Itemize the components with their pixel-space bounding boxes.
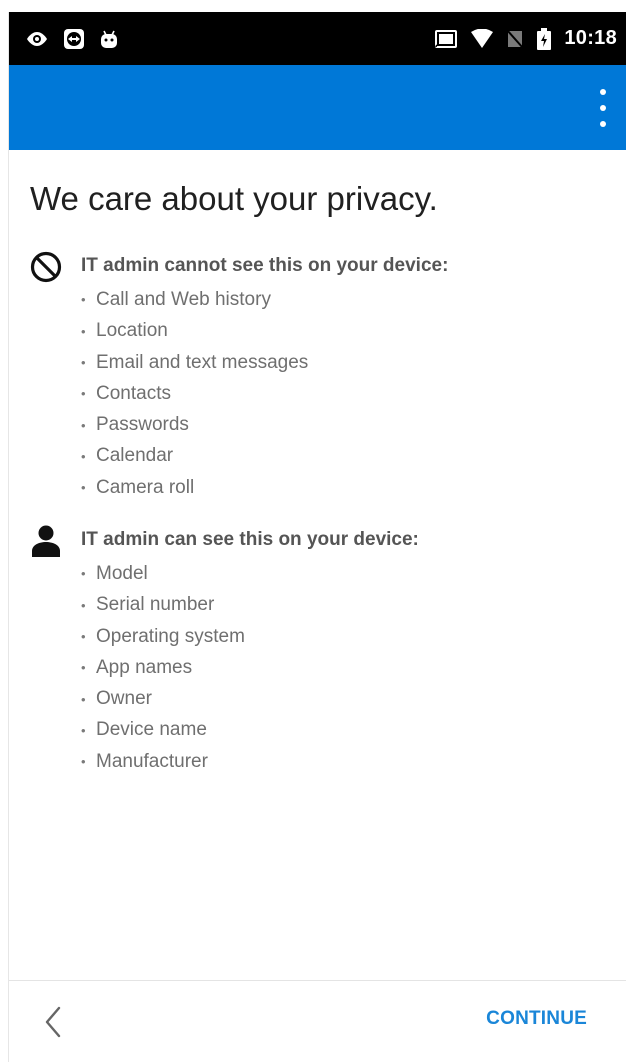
app-bar — [9, 65, 626, 150]
cannot-see-heading: IT admin cannot see this on your device: — [81, 255, 449, 276]
can-see-list: • Model • Serial number • Operating system … — [81, 558, 245, 777]
list-item: • Serial number — [81, 594, 215, 616]
chevron-left-icon — [45, 1006, 61, 1038]
footer-divider — [9, 980, 626, 981]
list-item: • Owner — [81, 688, 152, 710]
list-item: • Camera roll — [81, 476, 195, 498]
clock: 10:18 — [564, 27, 617, 49]
page-title: We care about your privacy. — [30, 180, 438, 217]
back-button[interactable] — [39, 1002, 67, 1042]
phone-screen: 10:18 We care about your privacy. IT adm… — [8, 12, 626, 1062]
block-icon — [29, 250, 63, 284]
status-bar-system: 10:18 — [434, 12, 617, 65]
list-item: • Calendar — [81, 445, 174, 467]
list-item: • Manufacturer — [81, 750, 208, 772]
continue-button[interactable]: CONTINUE — [486, 1008, 587, 1030]
more-vert-icon — [600, 89, 606, 95]
no-sim-icon — [506, 28, 525, 49]
list-item: • Call and Web history — [81, 289, 271, 310]
more-options-button[interactable] — [595, 89, 611, 127]
android-icon — [99, 29, 119, 49]
person-icon — [29, 524, 63, 558]
battery-icon — [536, 27, 552, 50]
status-bar: 10:18 — [9, 12, 626, 65]
cannot-see-list: • Call and Web history • Location • Email a… — [81, 284, 308, 503]
can-see-heading: IT admin can see this on your device: — [81, 529, 419, 550]
eye-icon — [25, 30, 49, 48]
list-item: • Contacts — [81, 382, 171, 404]
list-item: • Passwords — [81, 414, 189, 436]
list-item: • Model — [81, 563, 148, 584]
teamviewer-icon — [63, 28, 85, 50]
wifi-icon — [470, 28, 494, 49]
list-item: • App names — [81, 656, 193, 678]
list-item: • Location — [81, 320, 168, 342]
list-item: • Email and text messages — [81, 351, 309, 373]
cast-icon — [434, 29, 458, 49]
list-item: • Device name — [81, 719, 207, 741]
status-bar-notifications — [25, 12, 119, 65]
list-item: • Operating system — [81, 625, 245, 647]
